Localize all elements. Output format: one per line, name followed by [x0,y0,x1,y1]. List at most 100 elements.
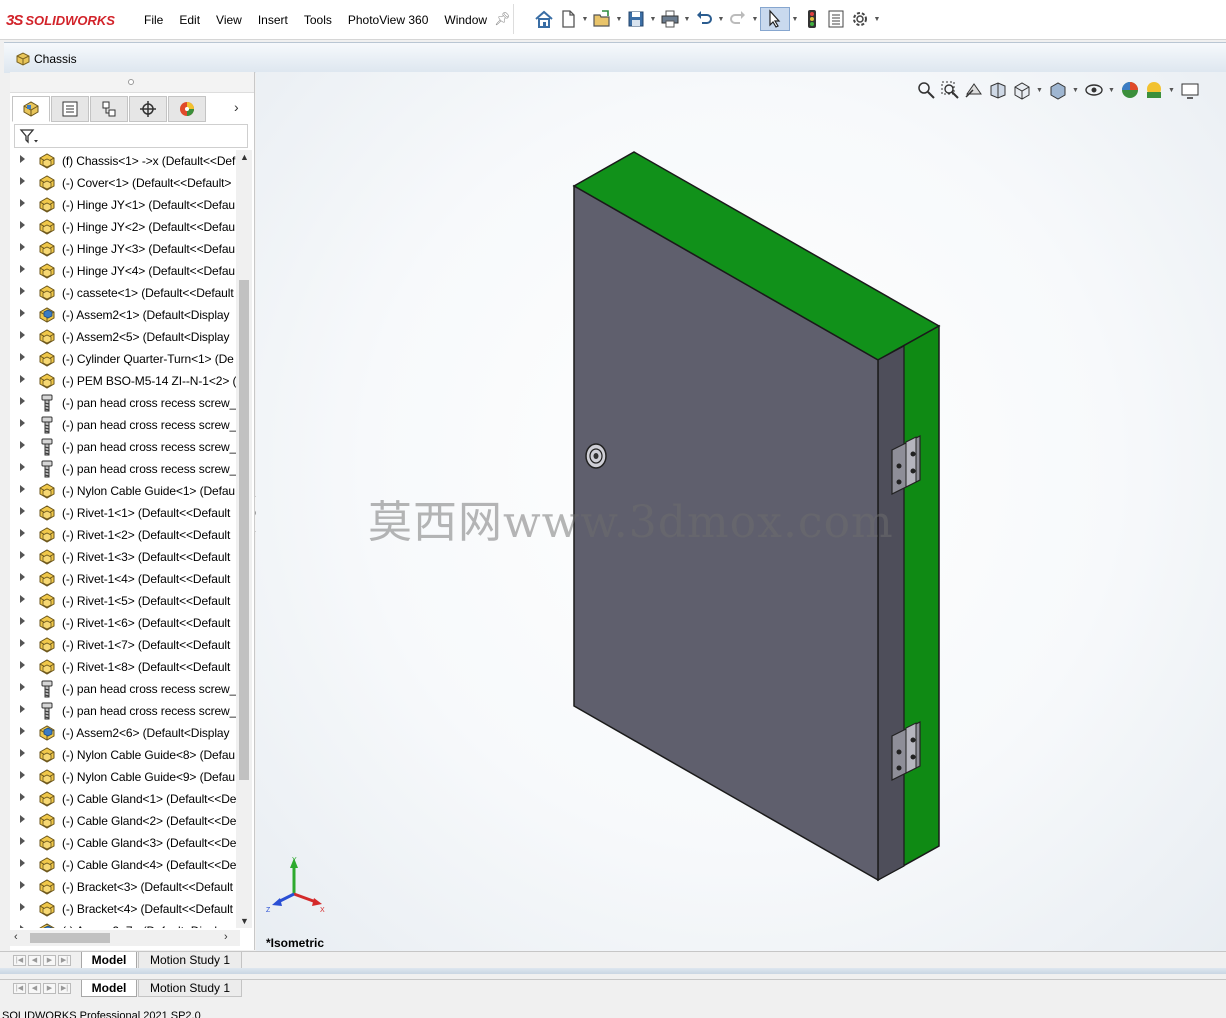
configurationmanager-tab[interactable] [90,96,128,122]
expand-arrow-icon[interactable] [20,749,25,757]
pin-menu-icon[interactable]: 📌︎ [494,11,511,27]
expand-arrow-icon[interactable] [20,551,25,559]
save-dropdown-icon[interactable]: ▼ [648,7,658,31]
zoom-to-fit-icon[interactable] [916,80,936,100]
expand-arrow-icon[interactable] [20,771,25,779]
expand-arrow-icon[interactable] [20,353,25,361]
edit-appearance-icon[interactable] [1120,80,1140,100]
expand-arrow-icon[interactable] [20,793,25,801]
tree-item[interactable]: (-) pan head cross recess screw_is [10,436,236,458]
tree-item[interactable]: (-) Cable Gland<3> (Default<<De [10,832,236,854]
tree-item[interactable]: (-) Cover<1> (Default<<Default> [10,172,236,194]
next-tab-icon[interactable]: ▶ [43,983,56,994]
dimxpert-tab[interactable] [129,96,167,122]
hide-show-dropdown-icon[interactable]: ▼ [1108,87,1116,94]
hide-show-items-icon[interactable] [1084,80,1104,100]
expand-arrow-icon[interactable] [20,463,25,471]
first-tab-icon[interactable]: |◀ [13,955,26,966]
tree-item[interactable]: (-) pan head cross recess screw_is [10,414,236,436]
tree-item[interactable]: (-) Nylon Cable Guide<8> (Defau [10,744,236,766]
tree-item[interactable]: (-) Assem2<5> (Default<Display [10,326,236,348]
tree-item[interactable]: (-) Bracket<3> (Default<<Default [10,876,236,898]
options-gear-icon[interactable] [848,7,872,31]
new-dropdown-icon[interactable]: ▼ [580,7,590,31]
tab-model-2[interactable]: Model [81,980,137,997]
last-tab-icon[interactable]: ▶| [58,955,71,966]
tree-item[interactable]: (-) pan head cross recess screw_is [10,678,236,700]
tree-item[interactable]: (-) Assem2<7> (Default<Display [10,920,236,928]
tree-item[interactable]: (f) Chassis<1> ->x (Default<<Def [10,150,236,172]
apply-scene-icon[interactable] [1144,80,1164,100]
menu-photoview[interactable]: PhotoView 360 [340,12,437,28]
hscroll-thumb[interactable] [30,933,110,943]
expand-arrow-icon[interactable] [20,331,25,339]
tree-item[interactable]: (-) Hinge JY<4> (Default<<Defau [10,260,236,282]
menu-insert[interactable]: Insert [250,12,296,28]
scroll-left-icon[interactable]: ‹ [14,931,18,943]
tree-item[interactable]: (-) Cylinder Quarter-Turn<1> (De [10,348,236,370]
prev-tab-icon[interactable]: ◀ [28,955,41,966]
filter-icon[interactable] [19,128,39,146]
tree-item[interactable]: (-) Cable Gland<1> (Default<<De [10,788,236,810]
home-icon[interactable] [532,7,556,31]
tree-item[interactable]: (-) Rivet-1<4> (Default<<Default [10,568,236,590]
tree-item[interactable]: (-) pan head cross recess screw_is [10,458,236,480]
expand-arrow-icon[interactable] [20,683,25,691]
tree-item[interactable]: (-) Cable Gland<4> (Default<<De [10,854,236,876]
menu-file[interactable]: File [136,12,171,28]
print-dropdown-icon[interactable]: ▼ [682,7,692,31]
featuremanager-tab[interactable] [12,96,50,122]
expand-arrow-icon[interactable] [20,573,25,581]
expand-arrow-icon[interactable] [20,199,25,207]
scene-dropdown-icon[interactable]: ▼ [1168,87,1176,94]
tab-motion-study-2[interactable]: Motion Study 1 [138,980,242,997]
tab-motion-study[interactable]: Motion Study 1 [138,952,242,969]
undo-dropdown-icon[interactable]: ▼ [716,7,726,31]
section-view-icon[interactable] [988,80,1008,100]
menu-edit[interactable]: Edit [171,12,208,28]
expand-arrow-icon[interactable] [20,925,25,928]
expand-arrow-icon[interactable] [20,177,25,185]
display-manager-tab[interactable] [168,96,206,122]
expand-arrow-icon[interactable] [20,815,25,823]
door-edge[interactable] [877,344,905,882]
zoom-to-area-icon[interactable] [940,80,960,100]
menu-view[interactable]: View [208,12,250,28]
select-pointer-icon[interactable] [760,7,790,31]
tree-item[interactable]: (-) Nylon Cable Guide<1> (Defau [10,480,236,502]
tree-item[interactable]: (-) PEM BSO-M5-14 ZI--N-1<2> ( [10,370,236,392]
expand-arrow-icon[interactable] [20,595,25,603]
expand-arrow-icon[interactable] [20,441,25,449]
tree-item[interactable]: (-) Hinge JY<3> (Default<<Defau [10,238,236,260]
tree-horizontal-scrollbar[interactable]: ‹ › [10,930,240,946]
display-style-icon[interactable] [1048,80,1068,100]
tree-vertical-scrollbar[interactable]: ▲ ▼ [236,150,252,928]
tree-item[interactable]: (-) Hinge JY<2> (Default<<Defau [10,216,236,238]
tree-item[interactable]: (-) Rivet-1<8> (Default<<Default [10,656,236,678]
prev-tab-icon[interactable]: ◀ [28,983,41,994]
display-style-dropdown-icon[interactable]: ▼ [1072,87,1080,94]
tree-item[interactable]: (-) Rivet-1<3> (Default<<Default [10,546,236,568]
tab-model[interactable]: Model [81,952,137,969]
grip-handle-icon[interactable] [128,79,134,85]
solidworks-logo[interactable]: 3S SOLIDWORKS [6,10,115,30]
chevron-right-icon[interactable]: › [234,99,239,115]
traffic-light-icon[interactable] [800,7,824,31]
first-tab-icon[interactable]: |◀ [13,983,26,994]
expand-arrow-icon[interactable] [20,639,25,647]
scroll-down-icon[interactable]: ▼ [240,916,249,926]
tree-item[interactable]: (-) cassete<1> (Default<<Default [10,282,236,304]
expand-arrow-icon[interactable] [20,155,25,163]
expand-arrow-icon[interactable] [20,705,25,713]
scroll-thumb[interactable] [239,280,249,780]
tree-item[interactable]: (-) pan head cross recess screw_is [10,700,236,722]
expand-arrow-icon[interactable] [20,375,25,383]
expand-arrow-icon[interactable] [20,661,25,669]
expand-arrow-icon[interactable] [20,397,25,405]
expand-arrow-icon[interactable] [20,859,25,867]
tree-filter[interactable] [14,124,248,148]
expand-arrow-icon[interactable] [20,837,25,845]
tree-item[interactable]: (-) pan head cross recess screw_is [10,392,236,414]
view-settings-icon[interactable] [1180,80,1200,100]
next-tab-icon[interactable]: ▶ [43,955,56,966]
